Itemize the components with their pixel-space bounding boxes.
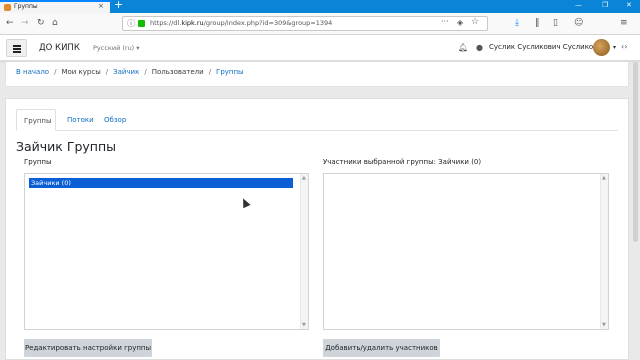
- nav-drawer-toggle-button[interactable]: [6, 39, 27, 57]
- url-bar[interactable]: ⓘ https://dl.kipk.ru/group/index.php?id=…: [122, 16, 488, 31]
- sidebar-icon[interactable]: ▯: [553, 18, 558, 28]
- maximize-icon[interactable]: ❐: [602, 1, 608, 9]
- minimize-icon[interactable]: —: [575, 1, 582, 9]
- new-tab-button[interactable]: +: [114, 0, 123, 11]
- browser-tab-strip: Группы × + — ❐ ✕: [0, 0, 640, 13]
- breadcrumb-separator: /: [144, 68, 147, 76]
- moodle-favicon-icon: [4, 4, 11, 11]
- messages-icon[interactable]: ●: [476, 43, 483, 52]
- site-brand[interactable]: ДО КИПК: [39, 43, 80, 53]
- block-drawer-icon[interactable]: ‹›: [621, 42, 627, 51]
- close-window-icon[interactable]: ✕: [626, 1, 632, 9]
- list-item[interactable]: Зайчики (0): [29, 178, 293, 188]
- breadcrumb-my-courses: Мои курсы: [61, 68, 101, 76]
- edit-group-settings-button[interactable]: Редактировать настройки группы: [24, 339, 152, 357]
- breadcrumb-participants: Пользователи: [151, 68, 204, 76]
- user-name[interactable]: Суслик Сусликович Сусликов: [489, 43, 597, 51]
- breadcrumb: В начало / Мои курсы / Зайчик / Пользователи / Г…: [16, 68, 244, 76]
- scroll-up-icon[interactable]: ▲: [602, 175, 606, 181]
- language-menu[interactable]: Русский (ru) ▾: [93, 44, 140, 52]
- groups-label: Группы: [24, 158, 52, 166]
- members-scrollbar[interactable]: ▲ ▼: [600, 174, 608, 329]
- tab-groupings[interactable]: Потоки: [67, 109, 94, 131]
- breadcrumb-separator: /: [54, 68, 57, 76]
- groups-listbox[interactable]: Зайчики (0) ▲ ▼: [24, 173, 309, 330]
- page-scrollbar[interactable]: [633, 62, 638, 242]
- notification-bell-icon[interactable]: 🔔︎: [458, 43, 468, 52]
- browser-tab[interactable]: Группы ×: [0, 0, 110, 13]
- chevron-down-icon[interactable]: ▾: [613, 44, 616, 51]
- page-title: Зайчик Группы: [16, 139, 116, 154]
- lock-icon: [138, 20, 145, 27]
- account-icon[interactable]: ☺: [574, 18, 583, 28]
- page-actions-icon[interactable]: ···: [441, 17, 449, 26]
- shield-icon[interactable]: ◈: [457, 18, 463, 27]
- main-content: Группы Потоки Обзор Зайчик Группы Группы…: [5, 98, 629, 360]
- browser-tab-title: Группы: [14, 3, 38, 10]
- breadcrumb-groups[interactable]: Группы: [216, 68, 244, 76]
- info-icon[interactable]: ⓘ: [127, 18, 135, 29]
- download-icon[interactable]: ⤓: [515, 18, 519, 28]
- back-icon[interactable]: ←: [6, 18, 14, 28]
- bookmark-star-icon[interactable]: ☆: [471, 17, 479, 27]
- group-tabs: Группы Потоки Обзор: [16, 109, 618, 131]
- url-text[interactable]: https://dl.kipk.ru/group/index.php?id=30…: [150, 19, 332, 27]
- breadcrumb-separator: /: [208, 68, 212, 76]
- home-icon[interactable]: ⌂: [52, 18, 58, 28]
- close-tab-icon[interactable]: ×: [98, 2, 104, 10]
- menu-icon[interactable]: ≡: [620, 18, 628, 28]
- breadcrumb-band: В начало / Мои курсы / Зайчик / Пользователи / Г…: [5, 62, 629, 87]
- groups-scrollbar[interactable]: ▲ ▼: [300, 174, 308, 329]
- members-label: Участники выбранной группы: Зайчики (0): [323, 158, 482, 166]
- scroll-up-icon[interactable]: ▲: [302, 175, 306, 181]
- library-icon[interactable]: ‖: [535, 18, 540, 28]
- site-header: ДО КИПК Русский (ru) ▾ 🔔︎ ● Суслик Сусли…: [0, 35, 640, 61]
- breadcrumb-home[interactable]: В начало: [16, 68, 49, 76]
- breadcrumb-separator: /: [105, 68, 109, 76]
- avatar[interactable]: [593, 39, 610, 56]
- reload-icon[interactable]: ↻: [37, 18, 45, 28]
- browser-nav-bar: ← → ↻ ⌂ ⓘ https://dl.kipk.ru/group/index…: [0, 13, 640, 35]
- scroll-down-icon[interactable]: ▼: [602, 322, 606, 328]
- breadcrumb-course[interactable]: Зайчик: [113, 68, 139, 76]
- scroll-down-icon[interactable]: ▼: [302, 322, 306, 328]
- tab-overview[interactable]: Обзор: [104, 109, 126, 131]
- members-listbox[interactable]: ▲ ▼: [323, 173, 609, 330]
- add-remove-members-button[interactable]: Добавить/удалить участников: [323, 339, 440, 357]
- tab-groups[interactable]: Группы: [16, 109, 56, 131]
- forward-icon[interactable]: →: [21, 18, 29, 28]
